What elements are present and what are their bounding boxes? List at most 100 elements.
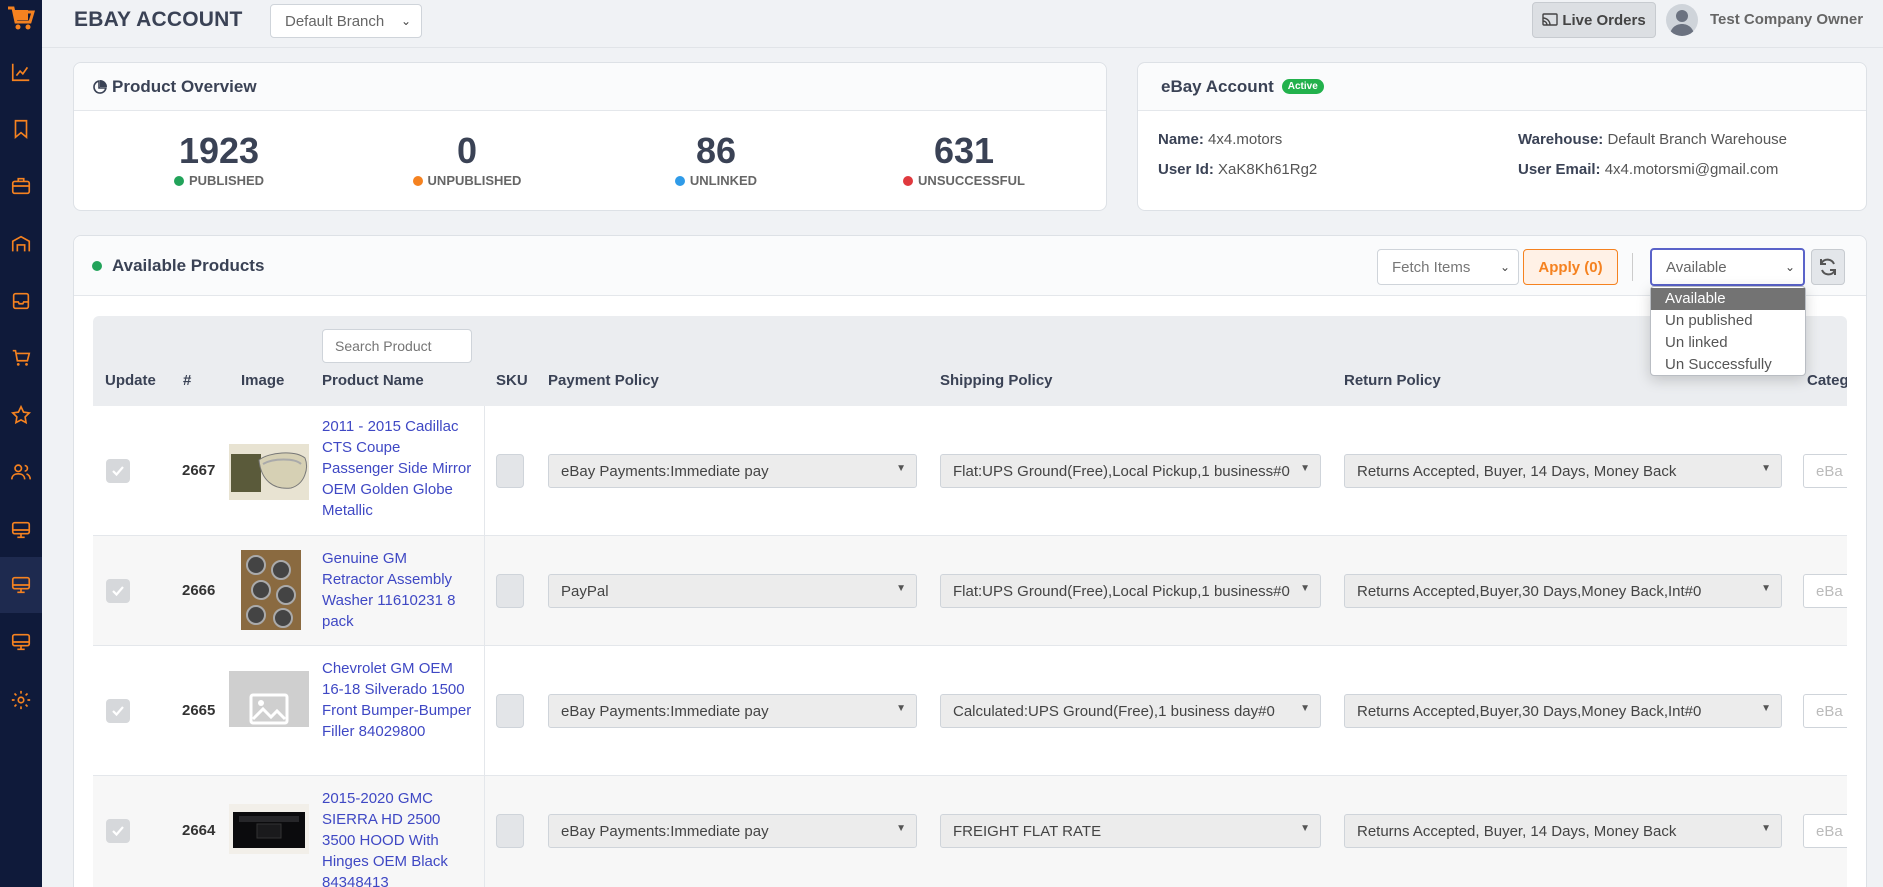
user-id-value: XaK8Kh61Rg2 xyxy=(1218,161,1318,178)
chevron-down-icon: ⌄ xyxy=(1499,260,1510,274)
product-name-link[interactable]: Chevrolet GM OEM 16-18 Silverado 1500 Fr… xyxy=(322,658,472,742)
update-checkbox[interactable] xyxy=(106,579,130,603)
table-header: Update # Image Product Name SKU Payment … xyxy=(93,316,1847,406)
shipping-policy-value: Flat:UPS Ground(Free),Local Pickup,1 bus… xyxy=(953,583,1290,600)
image-placeholder-icon[interactable] xyxy=(229,671,309,727)
avatar[interactable] xyxy=(1666,4,1698,36)
refresh-button[interactable] xyxy=(1811,249,1845,285)
return-policy-select[interactable]: Returns Accepted, Buyer, 14 Days, Money … xyxy=(1344,454,1782,488)
status-option-unlinked[interactable]: Un linked xyxy=(1651,332,1805,354)
fetch-items-value: Fetch Items xyxy=(1392,259,1471,276)
return-policy-value: Returns Accepted, Buyer, 14 Days, Money … xyxy=(1357,823,1677,840)
sku-input[interactable] xyxy=(496,694,524,728)
return-policy-value: Returns Accepted,Buyer,30 Days,Money Bac… xyxy=(1357,703,1702,720)
stat-value: 631 xyxy=(933,130,995,171)
apply-button[interactable]: Apply (0) xyxy=(1523,249,1618,285)
monitor-icon[interactable] xyxy=(0,502,42,558)
chevron-down-icon: ⌄ xyxy=(400,14,411,28)
overview-title: Product Overview xyxy=(112,76,257,96)
return-policy-select[interactable]: Returns Accepted, Buyer, 14 Days, Money … xyxy=(1344,814,1782,848)
payment-policy-select[interactable]: eBay Payments:Immediate pay ▼ xyxy=(548,694,917,728)
stat-label: UNLINKED xyxy=(689,173,758,188)
live-orders-button[interactable]: Live Orders xyxy=(1532,2,1656,38)
search-product-input[interactable] xyxy=(322,329,472,363)
status-dot xyxy=(92,260,102,271)
return-policy-select[interactable]: Returns Accepted,Buyer,30 Days,Money Bac… xyxy=(1344,694,1782,728)
col-return-policy: Return Policy xyxy=(1344,372,1441,389)
shipping-policy-select[interactable]: FREIGHT FLAT RATE ▼ xyxy=(940,814,1321,848)
user-name[interactable]: Test Company Owner xyxy=(1710,11,1863,28)
monitor-icon[interactable] xyxy=(0,614,42,670)
monitor-icon[interactable] xyxy=(0,557,42,613)
sku-input[interactable] xyxy=(496,814,524,848)
star-icon[interactable] xyxy=(0,387,42,443)
cart-icon[interactable] xyxy=(0,330,42,386)
branch-select-value: Default Branch xyxy=(285,13,385,30)
sku-input[interactable] xyxy=(496,574,524,608)
products-title: Available Products xyxy=(112,255,265,275)
shipping-policy-value: Flat:UPS Ground(Free),Local Pickup,1 bus… xyxy=(953,463,1290,480)
update-checkbox[interactable] xyxy=(106,459,130,483)
products-table: Update # Image Product Name SKU Payment … xyxy=(93,316,1847,887)
sku-input[interactable] xyxy=(496,454,524,488)
column-divider xyxy=(484,646,485,776)
chart-line-icon[interactable] xyxy=(0,44,42,100)
inbox-icon[interactable] xyxy=(0,273,42,329)
shipping-policy-select[interactable]: Calculated:UPS Ground(Free),1 business d… xyxy=(940,694,1321,728)
briefcase-icon[interactable] xyxy=(0,158,42,214)
payment-policy-value: eBay Payments:Immediate pay xyxy=(561,703,769,720)
product-name-link[interactable]: 2015-2020 GMC SIERRA HD 2500 3500 HOOD W… xyxy=(322,788,472,887)
product-name-link[interactable]: Genuine GM Retractor Assembly Washer 116… xyxy=(322,548,472,632)
caret-down-icon: ▼ xyxy=(1761,463,1771,474)
account-title: eBay Account xyxy=(1161,76,1274,96)
shipping-policy-select[interactable]: Flat:UPS Ground(Free),Local Pickup,1 bus… xyxy=(940,574,1321,608)
product-overview-card: Product Overview 1923 PUBLISHED 0 UNPUBL… xyxy=(73,62,1107,211)
status-option-unpublished[interactable]: Un published xyxy=(1651,310,1805,332)
stat-label: UNPUBLISHED xyxy=(427,173,522,188)
divider xyxy=(1632,253,1633,281)
bookmark-icon[interactable] xyxy=(0,101,42,157)
status-option-available[interactable]: Available xyxy=(1651,288,1805,310)
category-input[interactable]: eBa xyxy=(1803,454,1847,488)
column-divider xyxy=(484,536,485,646)
status-dot xyxy=(903,175,914,186)
category-input[interactable]: eBa xyxy=(1803,574,1847,608)
column-divider xyxy=(484,776,485,887)
stat-unsuccessful: 631 UNSUCCESSFUL xyxy=(874,133,1054,188)
product-name-link[interactable]: 2011 - 2015 Cadillac CTS Coupe Passenger… xyxy=(322,416,472,521)
warehouse-icon[interactable] xyxy=(0,216,42,272)
product-image[interactable] xyxy=(229,804,309,854)
stat-value: 86 xyxy=(695,130,737,171)
app-logo-icon[interactable] xyxy=(4,2,36,34)
payment-policy-select[interactable]: eBay Payments:Immediate pay ▼ xyxy=(548,814,917,848)
column-divider xyxy=(484,406,485,536)
col-payment-policy: Payment Policy xyxy=(548,372,659,389)
shipping-policy-value: Calculated:UPS Ground(Free),1 business d… xyxy=(953,703,1275,720)
category-input[interactable]: eBa xyxy=(1803,814,1847,848)
table-row: 2666 Genuine GM Retractor Assembly Washe… xyxy=(93,536,1847,646)
chevron-down-icon: ⌄ xyxy=(1784,260,1795,274)
top-header: EBAY ACCOUNT Default Branch ⌄ Live Order… xyxy=(42,0,1883,48)
email-label: User Email: xyxy=(1518,161,1601,178)
fetch-items-select[interactable]: Fetch Items ⌄ xyxy=(1377,249,1519,285)
return-policy-value: Returns Accepted,Buyer,30 Days,Money Bac… xyxy=(1357,583,1702,600)
payment-policy-value: eBay Payments:Immediate pay xyxy=(561,463,769,480)
status-filter-select[interactable]: Available ⌄ xyxy=(1650,248,1805,286)
row-id: 2664 xyxy=(182,822,216,839)
shipping-policy-select[interactable]: Flat:UPS Ground(Free),Local Pickup,1 bus… xyxy=(940,454,1321,488)
gear-icon[interactable] xyxy=(0,672,42,728)
caret-down-icon: ▼ xyxy=(1300,583,1310,594)
status-option-unsuccessful[interactable]: Un Successfully xyxy=(1651,354,1805,376)
users-icon[interactable] xyxy=(0,444,42,500)
caret-down-icon: ▼ xyxy=(896,823,906,834)
update-checkbox[interactable] xyxy=(106,699,130,723)
product-image[interactable] xyxy=(229,444,309,500)
branch-select[interactable]: Default Branch ⌄ xyxy=(270,4,422,38)
payment-policy-select[interactable]: eBay Payments:Immediate pay ▼ xyxy=(548,454,917,488)
stat-label: UNSUCCESSFUL xyxy=(918,173,1025,188)
return-policy-select[interactable]: Returns Accepted,Buyer,30 Days,Money Bac… xyxy=(1344,574,1782,608)
product-image[interactable] xyxy=(241,550,301,630)
payment-policy-select[interactable]: PayPal ▼ xyxy=(548,574,917,608)
update-checkbox[interactable] xyxy=(106,819,130,843)
category-input[interactable]: eBa xyxy=(1803,694,1847,728)
